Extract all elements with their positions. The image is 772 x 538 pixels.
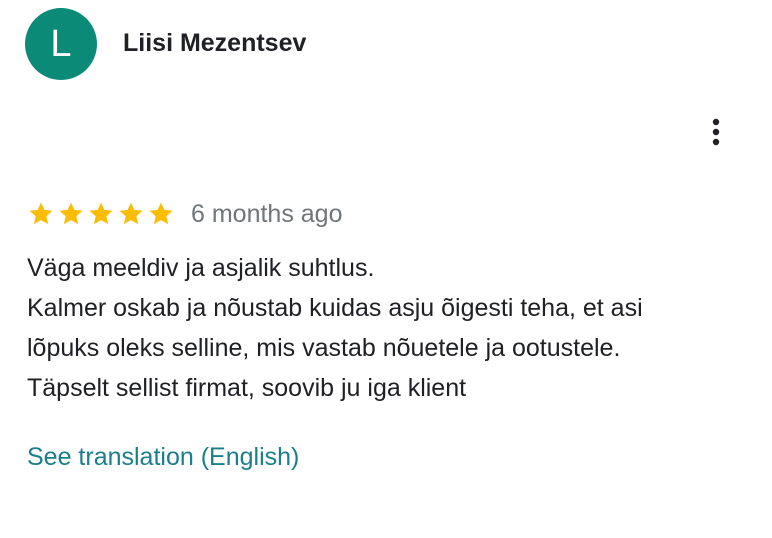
star-icon	[89, 202, 113, 225]
see-translation-link[interactable]: See translation (English)	[27, 440, 299, 474]
reviewer-name[interactable]: Liisi Mezentsev	[123, 27, 306, 59]
review-text-line: Täpselt sellist firmat, soovib ju iga kl…	[27, 374, 467, 402]
avatar[interactable]: L	[25, 8, 97, 80]
review-text-line: lõpuks oleks selline, mis vastab nõuetel…	[27, 334, 621, 362]
review-text-line: Kalmer oskab ja nõustab kuidas asju õige…	[27, 294, 643, 322]
star-icon	[29, 202, 53, 225]
star-icon	[119, 202, 143, 225]
star-rating	[27, 200, 175, 228]
review-card: L Liisi Mezentsev 6 months ago Väga meel…	[0, 0, 772, 538]
review-text-line: Väga meeldiv ja asjalik suhtlus.	[27, 254, 375, 282]
more-vert-icon	[712, 118, 720, 146]
review-text: Väga meeldiv ja asjalik suhtlus. Kalmer …	[27, 248, 757, 408]
rating-row: 6 months ago	[27, 197, 343, 231]
more-options-button[interactable]	[700, 114, 732, 150]
star-icon	[149, 202, 173, 225]
star-icon	[59, 202, 83, 225]
review-date: 6 months ago	[191, 199, 343, 228]
